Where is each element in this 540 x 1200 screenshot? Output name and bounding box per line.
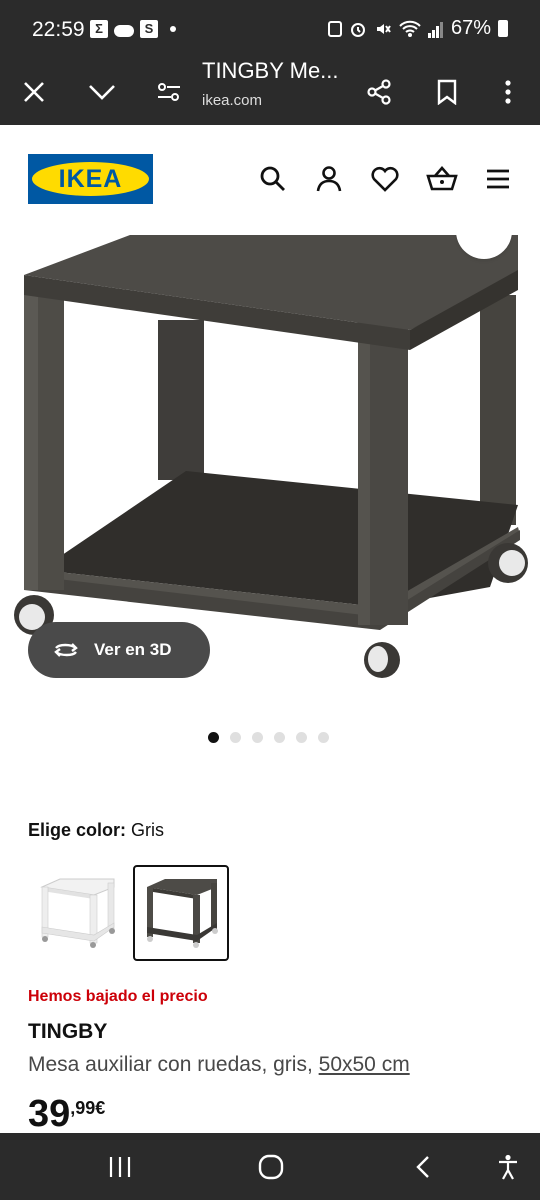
carousel-dots	[208, 732, 329, 743]
color-swatch-white[interactable]	[28, 865, 124, 961]
s-app-icon: S	[140, 20, 158, 38]
chevron-down-icon	[456, 235, 512, 259]
carousel-dot[interactable]	[318, 732, 329, 743]
close-icon	[24, 81, 44, 102]
battery-percent: 67%	[450, 17, 491, 39]
price-integer: 39	[28, 1093, 71, 1135]
gray-table-thumbnail	[147, 879, 218, 948]
carousel-dot[interactable]	[230, 732, 241, 743]
favorites-button[interactable]	[370, 164, 400, 194]
accessibility-button[interactable]	[478, 1133, 538, 1200]
dot-icon	[170, 26, 176, 32]
product-price: 39 ,99€	[28, 1092, 105, 1136]
carousel-dot[interactable]	[296, 732, 307, 743]
bookmark-icon	[437, 79, 457, 105]
recent-apps-button[interactable]	[90, 1133, 150, 1200]
cloud-icon	[114, 24, 134, 37]
description-text: Mesa auxiliar con ruedas, gris,	[28, 1053, 313, 1076]
sigma-icon: Σ	[90, 20, 108, 38]
recent-apps-icon	[109, 1156, 131, 1177]
size-link[interactable]: 50x50 cm	[319, 1053, 410, 1076]
hamburger-menu-icon	[487, 169, 509, 189]
logo-oval: IKEA	[32, 162, 149, 196]
carousel-dot[interactable]	[274, 732, 285, 743]
carousel-dot[interactable]	[252, 732, 263, 743]
signal-icon	[427, 21, 443, 38]
system-icons: 67%	[327, 17, 508, 40]
battery-icon	[498, 20, 508, 37]
rotate-3d-icon	[54, 643, 78, 657]
carousel-dot[interactable]	[208, 732, 219, 743]
more-vert-icon	[505, 79, 511, 104]
site-header: IKEA	[0, 125, 540, 235]
close-tab-button[interactable]	[10, 58, 58, 125]
system-navigation-bar	[0, 1133, 540, 1200]
chevron-down-icon	[89, 84, 115, 100]
minimize-button[interactable]	[76, 58, 128, 125]
color-value: Gris	[131, 820, 165, 840]
wifi-icon	[399, 20, 421, 37]
cart-button[interactable]	[426, 164, 458, 194]
search-icon	[260, 166, 285, 191]
price-decimal: ,99€	[70, 1098, 106, 1118]
alarm-icon	[350, 22, 365, 37]
ikea-logo[interactable]: IKEA	[28, 154, 153, 204]
color-selector-label: Elige color: Gris	[28, 820, 164, 841]
price-drop-badge: Hemos bajado el precio	[28, 988, 208, 1005]
home-icon	[258, 1154, 284, 1179]
search-button[interactable]	[258, 164, 288, 194]
browser-toolbar: TINGBY Me... ikea.com	[0, 58, 540, 125]
logo-text: IKEA	[58, 164, 123, 193]
basket-icon	[426, 166, 458, 191]
white-table-thumbnail	[40, 878, 115, 948]
view-3d-button[interactable]: Ver en 3D	[28, 622, 210, 678]
share-button[interactable]	[356, 58, 402, 125]
accessibility-icon	[499, 1154, 517, 1180]
account-button[interactable]	[314, 164, 344, 194]
status-bar: 22:59 Σ S 67%	[0, 0, 540, 58]
page-domain[interactable]: ikea.com	[202, 92, 262, 109]
status-time: 22:59	[32, 18, 85, 41]
user-icon	[316, 166, 342, 192]
view-3d-label: Ver en 3D	[94, 640, 172, 659]
share-icon	[367, 78, 391, 105]
page-title[interactable]: TINGBY Me...	[202, 58, 339, 84]
product-description: Mesa auxiliar con ruedas, gris, 50x50 cm	[28, 1053, 410, 1077]
color-swatch-gray[interactable]	[133, 865, 229, 961]
back-icon	[416, 1155, 429, 1178]
product-name: TINGBY	[28, 1020, 108, 1043]
home-button[interactable]	[241, 1133, 301, 1200]
tune-icon	[158, 82, 180, 101]
site-settings-button[interactable]	[146, 58, 192, 125]
nfc-icon	[327, 20, 342, 37]
menu-button[interactable]	[484, 164, 514, 194]
save-to-list-button[interactable]	[456, 235, 512, 259]
more-options-button[interactable]	[486, 58, 530, 125]
back-button[interactable]	[393, 1133, 453, 1200]
heart-icon	[371, 166, 399, 192]
mute-icon	[376, 23, 391, 34]
bookmark-button[interactable]	[424, 58, 470, 125]
notification-icons: Σ S	[90, 20, 176, 38]
color-label-prefix: Elige color:	[28, 820, 127, 840]
